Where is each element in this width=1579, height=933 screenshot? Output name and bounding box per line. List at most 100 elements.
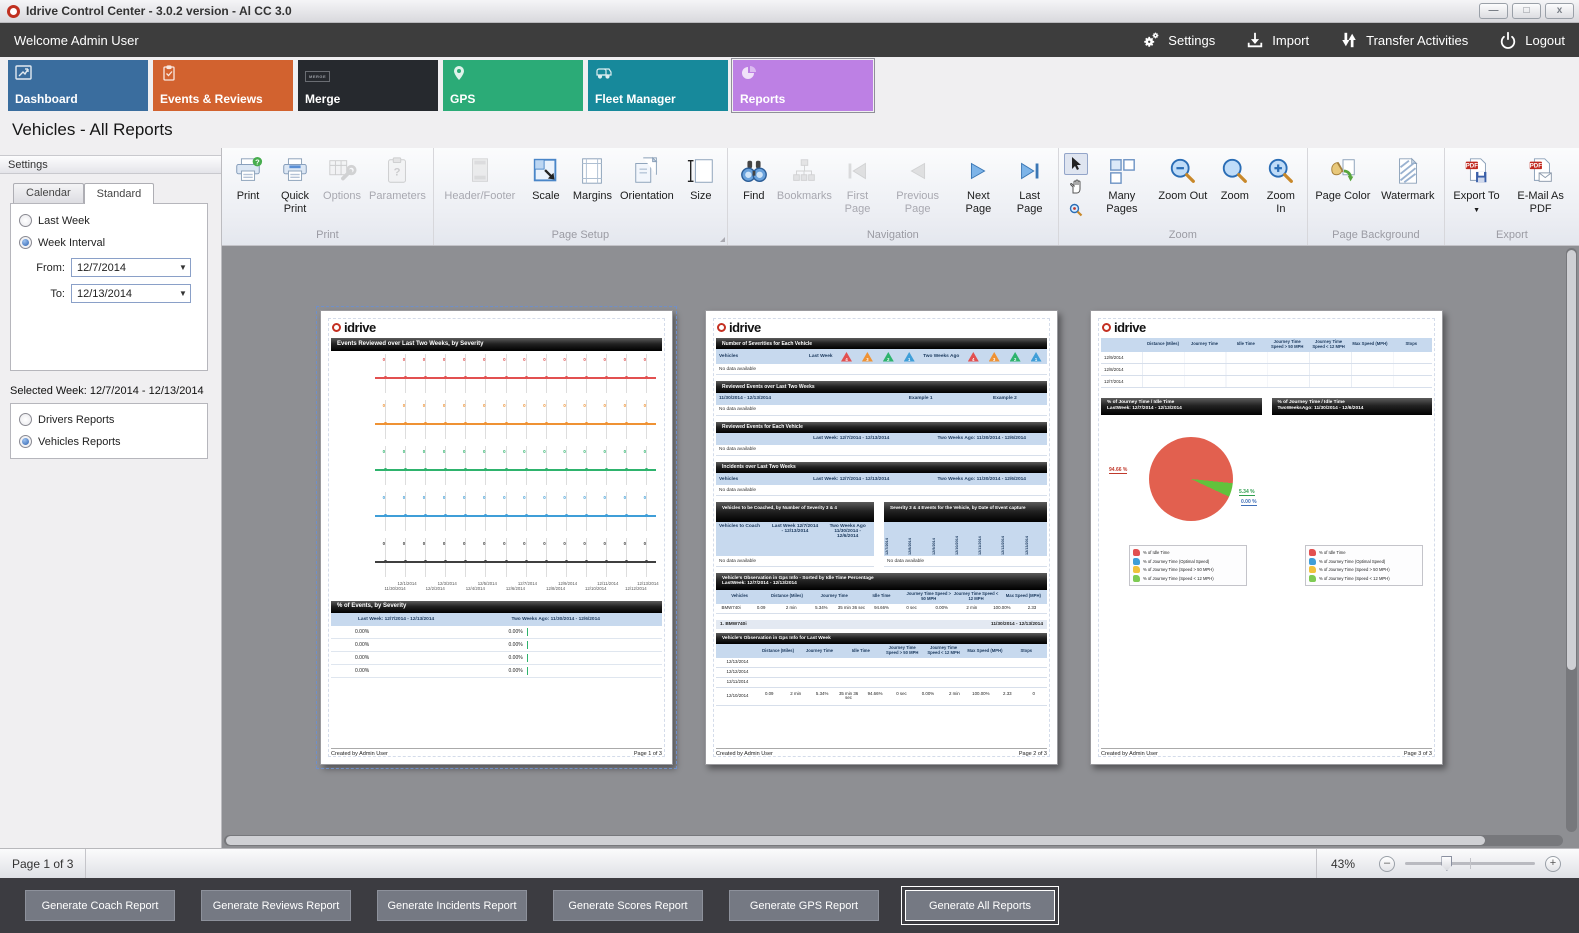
gps-cell: 100.00% xyxy=(968,690,994,704)
report-page-1[interactable]: idrive Events Reviewed over Last Two Wee… xyxy=(320,310,673,765)
pie-chart-icon xyxy=(740,65,758,81)
gps-cell xyxy=(756,661,782,665)
legend-swatch xyxy=(1309,575,1316,582)
gps-cell xyxy=(782,670,808,674)
report-page-2[interactable]: idrive Number of Severities for Each Veh… xyxy=(705,310,1058,765)
zoom-out-button[interactable]: – xyxy=(1379,856,1395,872)
quick-print-button[interactable]: Quick Print xyxy=(271,151,319,217)
gears-icon xyxy=(1141,30,1161,50)
watermark-button[interactable]: Watermark xyxy=(1375,151,1441,205)
generate-report-button[interactable]: Generate All Reports xyxy=(905,890,1055,921)
last-page-button[interactable]: Last Page xyxy=(1004,151,1054,217)
zoom-in-button[interactable]: + xyxy=(1545,856,1561,872)
severity-triangle: 2 xyxy=(883,352,894,362)
next-page-button[interactable]: Next Page xyxy=(952,151,1004,217)
import-action[interactable]: Import xyxy=(1245,30,1309,50)
horizontal-scrollbar[interactable] xyxy=(224,835,1563,846)
to-date-picker[interactable]: 12/13/2014 ▼ xyxy=(71,284,191,303)
magnifier-tool-button[interactable] xyxy=(1064,199,1088,221)
zoom-in-button[interactable]: Zoom In xyxy=(1258,151,1304,217)
svg-text:?: ? xyxy=(394,167,401,179)
section-banner: Reviewed Events for Each Vehicle xyxy=(716,422,1047,433)
week-interval-radio[interactable] xyxy=(19,236,32,249)
group-dialog-launcher[interactable] xyxy=(720,237,725,242)
zoom-slider-thumb[interactable] xyxy=(1441,856,1452,871)
tab-merge[interactable]: MERGE Merge xyxy=(298,60,438,111)
email-as-pdf-button[interactable]: PDF E-Mail As PDF xyxy=(1505,151,1576,217)
size-button[interactable]: Size xyxy=(678,151,724,205)
timeline-tick: 0 xyxy=(475,351,495,397)
chevron-down-icon: ▼ xyxy=(176,289,190,298)
journey-idle-pie-chart xyxy=(1149,437,1233,521)
maximize-button[interactable]: □ xyxy=(1512,3,1541,19)
generate-report-button[interactable]: Generate Incidents Report xyxy=(377,890,527,921)
print-button[interactable]: ? Print xyxy=(225,151,271,205)
generate-report-button[interactable]: Generate Coach Report xyxy=(25,890,175,921)
vertical-date: 12/7/2014 xyxy=(884,522,907,556)
margins-button[interactable]: Margins xyxy=(569,151,616,205)
gps-header-cell: Idle Time xyxy=(840,647,881,656)
transfer-activities-action[interactable]: Transfer Activities xyxy=(1339,30,1468,50)
vehicles-reports-radio[interactable] xyxy=(19,435,32,448)
timeline-tick: 0 xyxy=(616,489,636,535)
scrollbar-thumb[interactable] xyxy=(1567,250,1576,670)
page-footer: Created by Admin User Page 1 of 3 xyxy=(331,748,662,757)
last-week-radio[interactable] xyxy=(19,214,32,227)
timeline-tick: 0 xyxy=(616,351,636,397)
chevron-down-icon: ▼ xyxy=(176,263,190,272)
tab-fleet-manager[interactable]: Fleet Manager xyxy=(588,60,728,111)
tab-events-reviews[interactable]: Events & Reviews xyxy=(153,60,293,111)
timeline-tick: 0 xyxy=(636,489,656,535)
generate-report-button[interactable]: Generate Reviews Report xyxy=(201,890,351,921)
scale-button[interactable]: Scale xyxy=(523,151,569,205)
tab-gps[interactable]: GPS xyxy=(443,60,583,111)
pointer-tool-button[interactable] xyxy=(1064,153,1088,175)
from-date-picker[interactable]: 12/7/2014 ▼ xyxy=(71,258,191,277)
pie-banner-left: % of Journey Time / Idle Time LastWeek: … xyxy=(1101,398,1262,415)
gps-cell: 0.00% xyxy=(927,604,957,614)
vertical-scrollbar[interactable] xyxy=(1566,248,1577,832)
previous-page-icon xyxy=(902,155,934,187)
tab-calendar[interactable]: Calendar xyxy=(13,183,84,204)
gps-cell xyxy=(888,680,914,684)
pie-banners: % of Journey Time / Idle Time LastWeek: … xyxy=(1101,398,1432,415)
hand-tool-button[interactable] xyxy=(1064,176,1088,198)
zoom-out-button[interactable]: Zoom Out xyxy=(1154,151,1212,205)
gps-cell xyxy=(994,680,1020,684)
minimize-button[interactable]: — xyxy=(1479,3,1508,19)
generate-report-button[interactable]: Generate Scores Report xyxy=(553,890,703,921)
export-to-button[interactable]: PDF Export To ▼ xyxy=(1448,151,1505,217)
logout-action[interactable]: Logout xyxy=(1498,30,1565,50)
settings-action[interactable]: Settings xyxy=(1141,30,1215,50)
scrollbar-thumb[interactable] xyxy=(226,836,1485,845)
vertical-date: 12/13/2014 xyxy=(1024,522,1047,556)
gps-week-row: 12/10/2014 0.092 min5.34%35 min 36 sec94… xyxy=(716,688,1047,707)
close-button[interactable]: x xyxy=(1545,3,1574,19)
page-color-button[interactable]: Page Color xyxy=(1311,151,1375,205)
week-selection-box: Last Week Week Interval From: 12/7/2014 … xyxy=(10,203,208,371)
timeline-tick: 0 xyxy=(516,535,536,581)
tab-standard[interactable]: Standard xyxy=(84,183,155,204)
report-page-3[interactable]: idrive Distance (Miles)Journey TimeIdle … xyxy=(1090,310,1443,765)
section-banner: Severity 3 & 4 Events for the Vehicle, b… xyxy=(884,502,1047,522)
tab-reports[interactable]: Reports xyxy=(733,60,873,111)
zoom-slider[interactable] xyxy=(1405,862,1535,865)
orientation-button[interactable]: Orientation xyxy=(616,151,678,205)
gps-cell xyxy=(1021,680,1047,684)
printer-icon xyxy=(279,155,311,187)
section-banner: Reviewed Events over Last Two Weeks xyxy=(716,381,1047,392)
timeline-tick: 0 xyxy=(495,489,515,535)
idrive-logo-icon xyxy=(717,323,726,332)
timeline-chart: 0 0 xyxy=(375,351,656,397)
generate-report-button[interactable]: Generate GPS Report xyxy=(729,890,879,921)
find-button[interactable]: Find xyxy=(731,151,777,205)
legend-item: % of Journey Time (Optimal Speed) xyxy=(1309,558,1419,565)
gps-cell: 35 min 36 sec xyxy=(836,604,866,614)
drivers-reports-radio[interactable] xyxy=(19,413,32,426)
many-pages-button[interactable]: Many Pages xyxy=(1090,151,1154,217)
timeline-tick: 0 xyxy=(455,443,475,489)
tab-dashboard[interactable]: Dashboard xyxy=(8,60,148,111)
zoom-button[interactable]: Zoom xyxy=(1212,151,1258,205)
ribbon-group-navigation: Find Bookmarks First Page Previous Page … xyxy=(728,148,1059,245)
timeline-tick: 0 xyxy=(576,351,596,397)
